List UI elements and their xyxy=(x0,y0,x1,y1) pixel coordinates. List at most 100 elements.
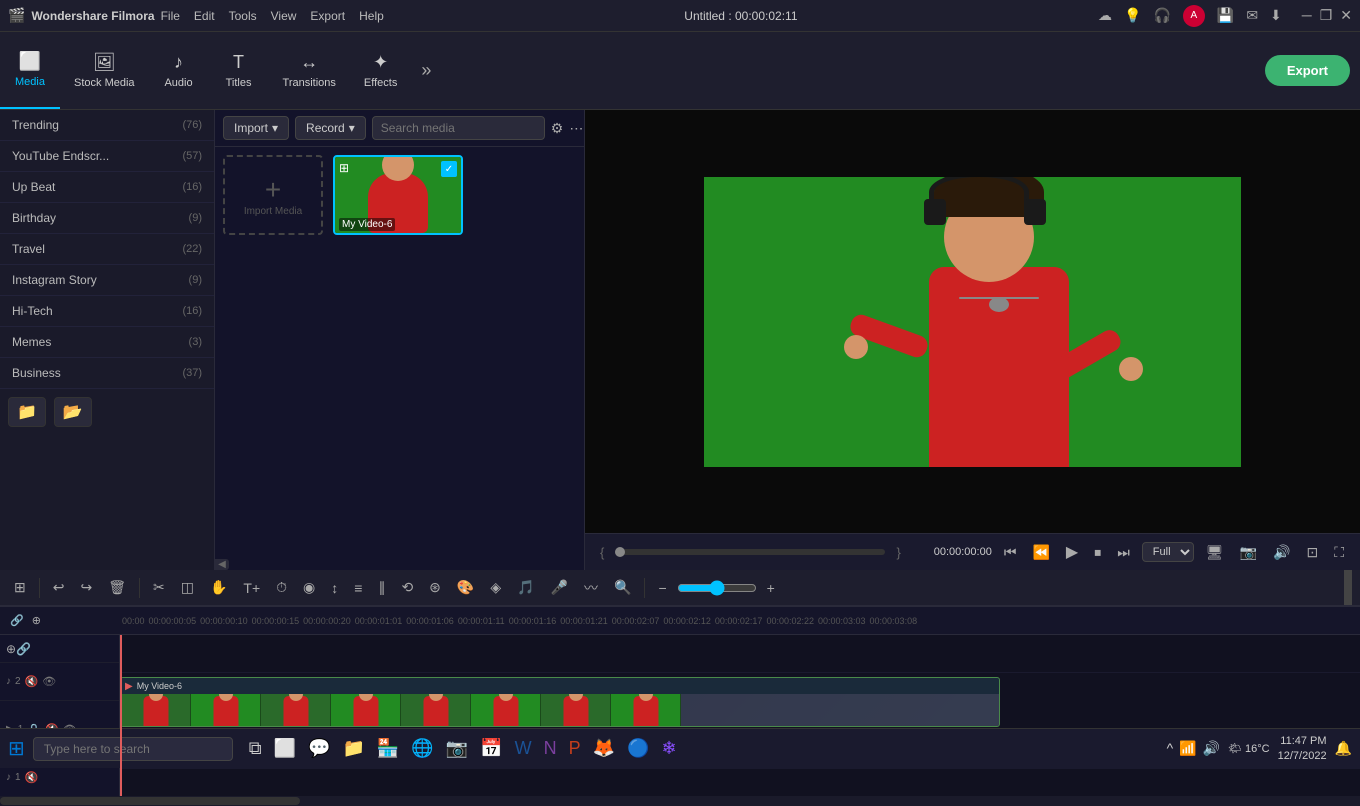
speed-button[interactable]: ⟲ xyxy=(395,576,419,599)
volume-sys-icon[interactable]: 🔊 xyxy=(1203,740,1220,757)
record-dropdown-icon[interactable]: ▾ xyxy=(349,121,355,135)
chevron-up-icon[interactable]: ^ xyxy=(1167,740,1174,757)
taskbar-chrome[interactable]: 🔵 xyxy=(623,736,653,761)
import-button[interactable]: Import ▾ xyxy=(223,116,289,140)
cloud-icon[interactable]: ☁ xyxy=(1098,7,1112,24)
taskbar-widgets[interactable]: ⬜ xyxy=(270,736,300,761)
import-dropdown-icon[interactable]: ▾ xyxy=(272,121,278,135)
taskbar-calendar[interactable]: 📅 xyxy=(476,736,506,761)
picture-in-picture-button[interactable]: ⊡ xyxy=(1302,542,1322,563)
quality-selector[interactable]: Full 1/2 1/4 xyxy=(1142,542,1194,562)
taskbar-file-explorer[interactable]: 📁 xyxy=(338,736,368,761)
close-button[interactable]: ✕ xyxy=(1340,7,1352,24)
track-audio1-mute[interactable]: 🔇 xyxy=(25,771,39,784)
sidebar-item-instagram[interactable]: Instagram Story (9) xyxy=(0,265,214,296)
taskbar-edge[interactable]: 🌐 xyxy=(407,736,437,761)
menu-help[interactable]: Help xyxy=(359,9,384,23)
stabilize-button[interactable]: ⊛ xyxy=(423,576,447,599)
network-icon[interactable]: 📶 xyxy=(1179,740,1196,757)
effect-button[interactable]: ◉ xyxy=(297,576,321,599)
snapshot-button[interactable]: 📷 xyxy=(1236,542,1261,563)
menu-view[interactable]: View xyxy=(271,9,297,23)
add-text-button[interactable]: T+ xyxy=(237,577,266,599)
tab-stock-media[interactable]: 🖼 Stock Media xyxy=(60,32,149,109)
menu-edit[interactable]: Edit xyxy=(194,9,215,23)
snap-button[interactable]: 🔗 xyxy=(16,642,31,656)
cut-button[interactable]: ✂ xyxy=(147,576,171,599)
timer-button[interactable]: ⏱ xyxy=(270,576,293,599)
fullscreen-button[interactable]: ⛶ xyxy=(1330,542,1348,563)
stop-button[interactable]: ⏹ xyxy=(1090,542,1105,563)
tab-media[interactable]: ⬜ Media xyxy=(0,32,60,109)
export-button[interactable]: Export xyxy=(1265,55,1350,86)
pan-button[interactable]: ✋ xyxy=(204,576,233,599)
zoom-slider[interactable] xyxy=(677,580,757,596)
next-frame-button[interactable]: ⏭ xyxy=(1113,542,1134,563)
sidebar-item-travel[interactable]: Travel (22) xyxy=(0,234,214,265)
save-icon[interactable]: 💾 xyxy=(1217,7,1234,24)
sidebar-item-memes[interactable]: Memes (3) xyxy=(0,327,214,358)
search-input[interactable] xyxy=(372,116,545,140)
menu-file[interactable]: File xyxy=(161,9,180,23)
media-thumb-myvideo6[interactable]: ✓ ⊞ My Video-6 xyxy=(333,155,463,235)
track-audio2-solo[interactable]: 👁 xyxy=(42,675,56,688)
layout-button[interactable]: ⊞ xyxy=(8,576,32,599)
filter-icon[interactable]: ⚙ xyxy=(551,120,564,137)
freeze-button[interactable]: ∥ xyxy=(372,576,391,599)
timeline-link-button[interactable]: 🔗 xyxy=(8,612,26,629)
sun-icon[interactable]: 💡 xyxy=(1124,7,1141,24)
crop-button[interactable]: ◫ xyxy=(175,576,200,599)
add-folder-button[interactable]: 📁 xyxy=(8,397,46,427)
taskbar-instagram[interactable]: 📷 xyxy=(442,736,472,761)
zoom-in-button[interactable]: + xyxy=(761,577,781,599)
taskbar-firefox[interactable]: 🦊 xyxy=(589,736,619,761)
tab-effects[interactable]: ✦ Effects xyxy=(350,32,411,109)
open-folder-button[interactable]: 📂 xyxy=(54,397,92,427)
delete-button[interactable]: 🗑 xyxy=(102,576,132,599)
record-voice-button[interactable]: 🎤 xyxy=(545,576,574,599)
scene-detect-button[interactable]: 🔍 xyxy=(608,576,637,599)
keyframe-button[interactable]: ◈ xyxy=(484,576,507,599)
tab-audio[interactable]: ♪ Audio xyxy=(149,32,209,109)
redo-button[interactable]: ↪ xyxy=(74,576,98,599)
zoom-out-button[interactable]: − xyxy=(652,577,672,599)
play-button[interactable]: ▶ xyxy=(1062,540,1082,564)
start-button[interactable]: ⊞ xyxy=(8,736,25,761)
collapse-handle[interactable] xyxy=(1344,570,1352,605)
taskbar-word[interactable]: W xyxy=(511,736,536,761)
taskbar-filmora-app[interactable]: ❄ xyxy=(657,736,680,761)
scroll-left-arrow[interactable]: ◀ xyxy=(215,559,229,570)
sidebar-item-upbeat[interactable]: Up Beat (16) xyxy=(0,172,214,203)
volume-button[interactable]: 🔊 xyxy=(1269,542,1294,563)
mail-icon[interactable]: ✉ xyxy=(1246,7,1258,24)
taskbar-store[interactable]: 🏪 xyxy=(373,736,403,761)
prev-frame-button[interactable]: ⏮ xyxy=(1000,542,1021,563)
timeline-magnet-button[interactable]: ⊕ xyxy=(30,612,43,629)
transition-button[interactable]: ↕ xyxy=(325,577,344,599)
noise-button[interactable]: 〰 xyxy=(578,575,604,601)
menu-export[interactable]: Export xyxy=(310,9,345,23)
record-button[interactable]: Record ▾ xyxy=(295,116,366,140)
maximize-button[interactable]: ❐ xyxy=(1320,7,1333,24)
taskbar-powerpoint[interactable]: P xyxy=(565,736,585,761)
split-button[interactable]: ≡ xyxy=(348,577,368,599)
more-options-icon[interactable]: ⋯ xyxy=(569,120,583,137)
taskbar-chat[interactable]: 💬 xyxy=(304,736,334,761)
audio-button[interactable]: 🎵 xyxy=(511,576,540,599)
sidebar-item-hitech[interactable]: Hi-Tech (16) xyxy=(0,296,214,327)
menu-tools[interactable]: Tools xyxy=(229,9,257,23)
more-tabs-button[interactable]: » xyxy=(411,32,441,109)
color-button[interactable]: 🎨 xyxy=(451,576,480,599)
fast-back-button[interactable]: ⏪ xyxy=(1028,542,1053,563)
undo-button[interactable]: ↩ xyxy=(47,576,71,599)
video-clip-myvideo6[interactable]: ▶ My Video-6 xyxy=(120,677,1000,727)
headphone-icon[interactable]: 🎧 xyxy=(1153,7,1170,24)
tab-transitions[interactable]: ↔ Transitions xyxy=(269,32,350,109)
taskbar-task-view[interactable]: ⧉ xyxy=(245,736,266,761)
sidebar-item-trending[interactable]: Trending (76) xyxy=(0,110,214,141)
minimize-button[interactable]: ─ xyxy=(1302,7,1312,24)
progress-bar[interactable] xyxy=(615,549,885,555)
avatar-icon[interactable]: A xyxy=(1183,5,1205,27)
sidebar-item-business[interactable]: Business (37) xyxy=(0,358,214,389)
download-icon[interactable]: ⬇ xyxy=(1270,7,1282,24)
